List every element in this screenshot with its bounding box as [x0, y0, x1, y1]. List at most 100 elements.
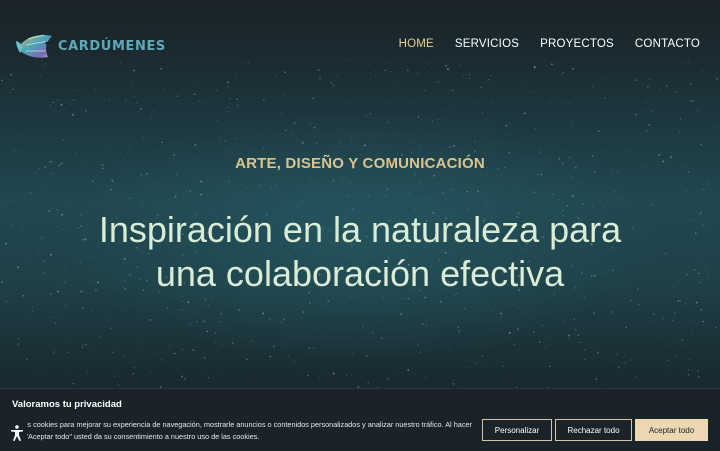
background-speckle: [40, 237, 43, 239]
background-speckle: [533, 317, 536, 320]
background-speckle: [375, 76, 377, 78]
cookie-consent-banner: Valoramos tu privacidad …nos cookies par…: [0, 388, 720, 451]
background-speckle: [398, 355, 400, 357]
background-speckle: [348, 195, 350, 198]
background-speckle: [490, 74, 492, 77]
background-speckle: [185, 330, 186, 332]
background-speckle: [107, 319, 109, 321]
background-speckle: [628, 205, 630, 206]
background-speckle: [462, 74, 464, 77]
background-speckle: [448, 349, 450, 351]
background-speckle: [133, 73, 135, 75]
customize-button[interactable]: Personalizar: [482, 419, 552, 441]
background-speckle: [457, 326, 460, 329]
background-speckle: [649, 321, 651, 323]
background-speckle: [481, 365, 483, 368]
background-speckle: [187, 301, 190, 304]
background-speckle: [111, 179, 114, 182]
background-speckle: [474, 99, 476, 101]
background-speckle: [491, 94, 493, 96]
background-speckle: [37, 368, 40, 370]
background-speckle: [258, 317, 261, 320]
nav-item-servicios[interactable]: SERVICIOS: [455, 38, 519, 50]
background-speckle: [428, 197, 430, 199]
background-speckle: [596, 376, 597, 377]
background-speckle: [265, 344, 267, 346]
background-speckle: [140, 174, 143, 177]
background-speckle: [593, 203, 595, 205]
background-speckle: [238, 309, 241, 312]
background-speckle: [367, 382, 369, 384]
background-speckle: [0, 215, 3, 218]
background-speckle: [18, 133, 20, 135]
background-speckle: [687, 369, 690, 371]
background-speckle: [310, 175, 312, 177]
background-speckle: [553, 69, 555, 71]
background-speckle: [490, 310, 493, 313]
background-speckle: [285, 129, 287, 132]
background-speckle: [8, 81, 10, 82]
background-speckle: [528, 68, 530, 70]
background-speckle: [659, 324, 662, 327]
brand-logo[interactable]: CARDÚMENES: [14, 27, 166, 65]
background-speckle: [433, 174, 436, 177]
background-speckle: [210, 146, 212, 148]
background-speckle: [519, 307, 521, 309]
background-speckle: [383, 297, 385, 299]
background-speckle: [549, 365, 551, 367]
background-speckle: [203, 357, 206, 359]
nav-item-proyectos[interactable]: PROYECTOS: [540, 38, 614, 50]
cookie-text: …nos cookies para mejorar su experiencia…: [12, 420, 472, 441]
background-speckle: [513, 86, 515, 88]
background-speckle: [106, 327, 108, 329]
background-speckle: [648, 98, 650, 100]
background-speckle: [60, 182, 61, 184]
nav-item-home[interactable]: HOME: [399, 38, 434, 50]
background-speckle: [437, 118, 439, 120]
background-speckle: [646, 102, 648, 104]
background-speckle: [691, 92, 693, 94]
background-speckle: [160, 359, 163, 361]
background-speckle: [114, 375, 116, 377]
background-speckle: [69, 102, 71, 104]
background-speckle: [710, 95, 712, 97]
background-speckle: [535, 351, 537, 353]
background-speckle: [12, 88, 14, 90]
background-speckle: [251, 340, 253, 342]
background-speckle: [43, 260, 46, 263]
background-speckle: [66, 204, 68, 205]
background-speckle: [298, 204, 300, 206]
background-speckle: [479, 94, 481, 96]
background-speckle: [159, 201, 161, 203]
background-speckle: [86, 370, 88, 373]
background-speckle: [241, 337, 243, 339]
background-speckle: [687, 61, 689, 63]
background-speckle: [333, 182, 334, 184]
background-speckle: [269, 121, 271, 123]
background-speckle: [302, 311, 305, 313]
background-speckle: [651, 203, 653, 206]
background-speckle: [587, 326, 589, 328]
background-speckle: [269, 355, 272, 358]
background-speckle: [411, 370, 413, 372]
accessibility-icon[interactable]: [7, 423, 27, 443]
background-speckle: [628, 150, 630, 152]
background-speckle: [136, 102, 138, 104]
background-speckle: [227, 86, 229, 88]
accept-all-button[interactable]: Aceptar todo: [635, 419, 708, 441]
nav-item-contacto[interactable]: CONTACTO: [635, 38, 700, 50]
reject-all-button[interactable]: Rechazar todo: [555, 419, 632, 441]
background-speckle: [321, 352, 323, 353]
background-speckle: [630, 299, 632, 302]
background-speckle: [193, 93, 196, 96]
background-speckle: [40, 75, 43, 77]
background-speckle: [550, 133, 552, 135]
background-speckle: [14, 97, 16, 99]
background-speckle: [385, 103, 387, 105]
background-speckle: [350, 374, 352, 376]
background-speckle: [702, 320, 705, 323]
background-speckle: [698, 375, 700, 378]
background-speckle: [648, 123, 651, 126]
background-speckle: [603, 150, 605, 152]
background-speckle: [655, 305, 656, 307]
